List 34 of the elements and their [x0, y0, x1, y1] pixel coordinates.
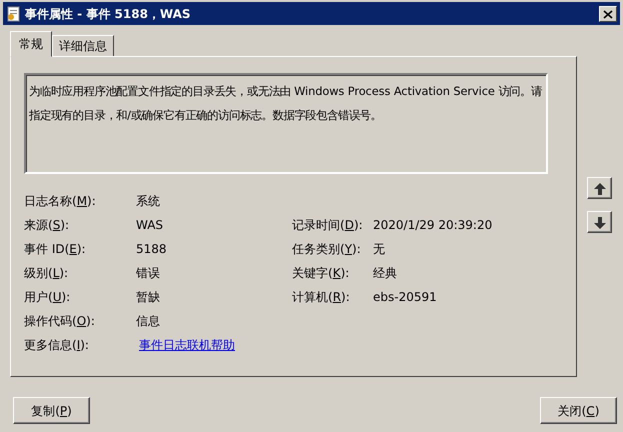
help-link[interactable]: 事件日志联机帮助	[139, 338, 235, 352]
event-properties-icon	[6, 6, 22, 22]
close-button[interactable]: 关闭(C)	[540, 397, 617, 424]
field-label: 更多信息(I):	[24, 337, 90, 354]
window-title: 事件属性 - 事件 5188，WAS	[25, 6, 191, 22]
field-value: 5188	[136, 241, 168, 258]
field-value: 系统	[136, 193, 161, 210]
field-value: 2020/1/29 20:39:20	[373, 217, 494, 234]
field-label: 用户(U):	[24, 289, 72, 306]
up-arrow-icon	[592, 182, 606, 196]
field-label: 计算机(R):	[292, 289, 351, 306]
field-value: 无	[373, 241, 386, 258]
tab[interactable]: 详细信息	[52, 35, 114, 57]
close-icon[interactable]	[599, 6, 617, 22]
field-label: 任务类别(Y):	[292, 241, 362, 258]
field-label: 记录时间(D):	[292, 217, 364, 234]
down-arrow-icon	[592, 216, 606, 230]
field-value: 暂缺	[136, 289, 161, 306]
field-label: 级别(L):	[24, 265, 70, 282]
field-value: 经典	[373, 265, 398, 282]
copy-button[interactable]: 复制(P)	[13, 397, 90, 424]
field-label: 事件 ID(E):	[24, 241, 87, 258]
field-value: WAS	[136, 217, 164, 234]
field-label: 来源(S):	[24, 217, 70, 234]
field-value: 信息	[136, 313, 161, 330]
tab[interactable]: 常规	[10, 31, 52, 57]
description-text: 为临时应用程序池配置文件指定的目录丢失，或无法由 Windows Process Activation Service 访问。请指定现有的目录，和/或确保它有正确的访问标志。数据字段包含错误号。	[24, 73, 548, 174]
field-value: 错误	[136, 265, 161, 282]
field-label: 操作代码(O):	[24, 313, 96, 330]
field-label: 关键字(K):	[292, 265, 350, 282]
next-event-button[interactable]	[587, 211, 612, 233]
previous-event-button[interactable]	[587, 177, 612, 199]
field-value: ebs-20591	[373, 289, 438, 306]
field-label: 日志名称(M):	[24, 193, 97, 210]
